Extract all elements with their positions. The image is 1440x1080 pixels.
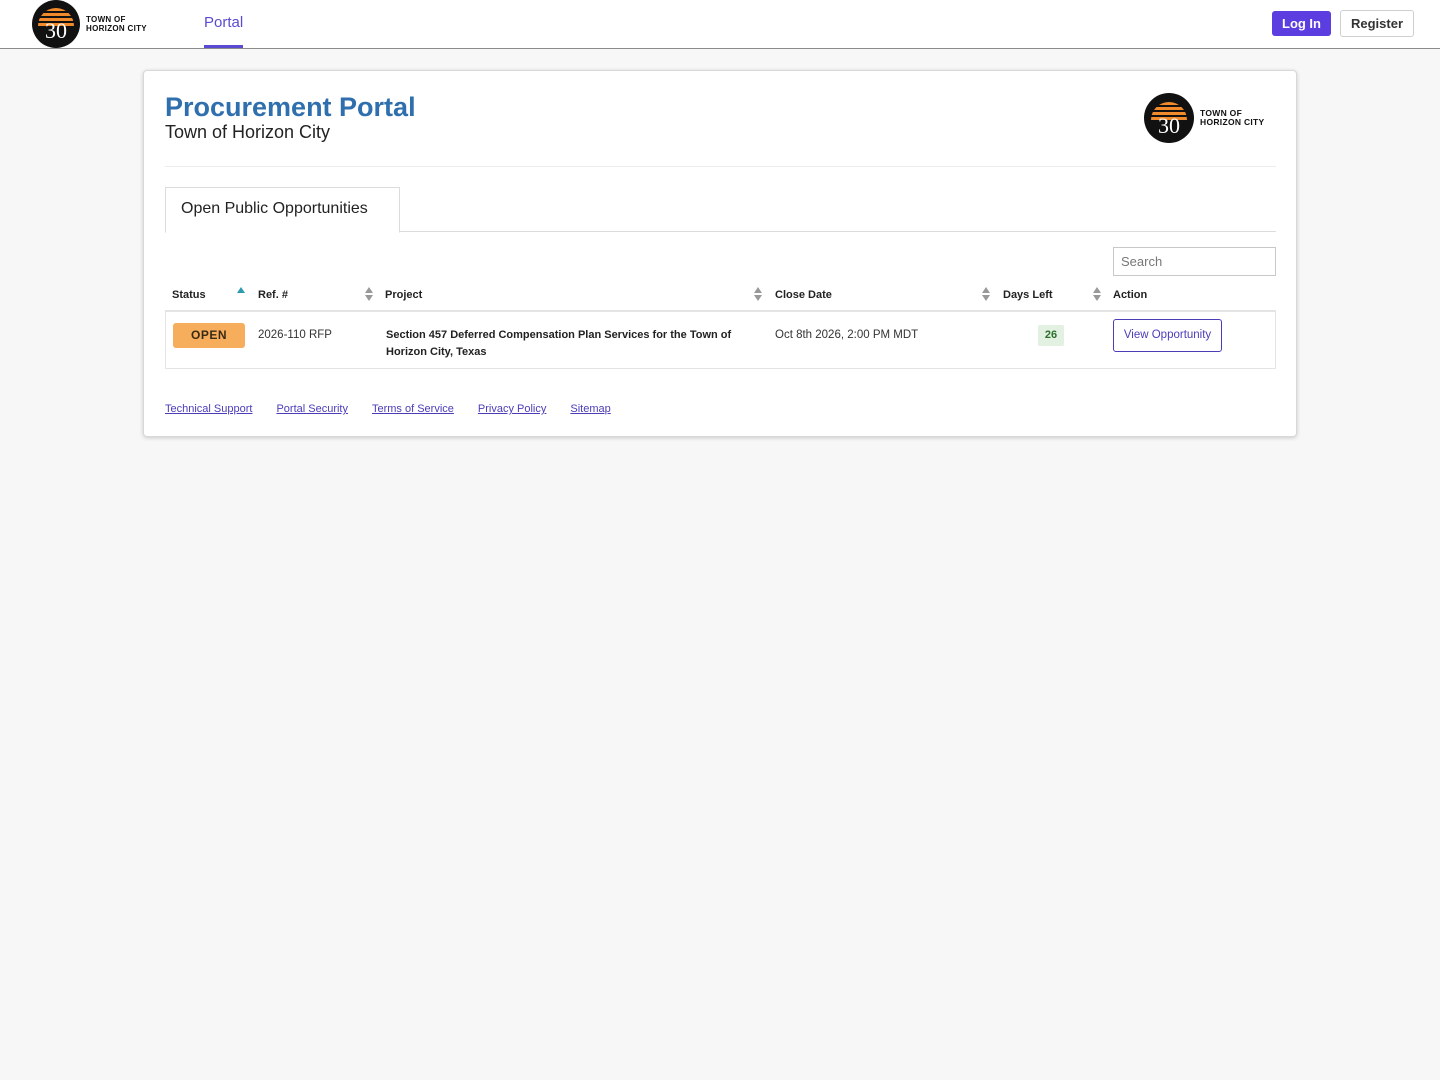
close-date: Oct 8th 2026, 2:00 PM MDT	[775, 329, 919, 341]
header-logo[interactable]: 30 TOWN OF HORIZON CITY	[32, 0, 147, 48]
column-header-days-left[interactable]: Days Left	[1003, 289, 1053, 301]
sort-asc-icon[interactable]	[237, 287, 245, 301]
sort-icon[interactable]	[754, 287, 762, 301]
column-header-close-date[interactable]: Close Date	[775, 289, 832, 301]
footer-link-sitemap[interactable]: Sitemap	[570, 403, 610, 415]
sort-icon[interactable]	[365, 287, 373, 301]
column-header-action: Action	[1113, 289, 1148, 301]
sort-icon[interactable]	[1093, 287, 1101, 301]
table-row: OPEN 2026-110 RFP Section 457 Deferred C…	[165, 312, 1276, 369]
tab-open-opportunities[interactable]: Open Public Opportunities	[165, 187, 400, 233]
header-divider	[165, 166, 1276, 167]
header-brand-text: TOWN OF HORIZON CITY	[86, 15, 147, 33]
days-left-badge: 26	[1038, 325, 1064, 346]
column-header-ref[interactable]: Ref. #	[258, 289, 288, 301]
ref-number: 2026-110 RFP	[258, 329, 332, 341]
top-nav: 30 TOWN OF HORIZON CITY Portal Log In Re…	[0, 0, 1440, 49]
card-brand-text: TOWN OF HORIZON CITY	[1200, 107, 1265, 127]
sort-icon[interactable]	[982, 287, 990, 301]
login-button[interactable]: Log In	[1272, 11, 1331, 36]
footer-link-terms-of-service[interactable]: Terms of Service	[372, 403, 454, 415]
project-title: Section 457 Deferred Compensation Plan S…	[386, 329, 732, 358]
card-logo: 30 TOWN OF HORIZON CITY	[1144, 93, 1265, 143]
nav-tab-portal[interactable]: Portal	[204, 0, 244, 48]
town-seal-icon: 30	[32, 0, 80, 48]
footer-links: Technical Support Portal Security Terms …	[165, 403, 635, 415]
footer-link-technical-support[interactable]: Technical Support	[165, 403, 252, 415]
town-seal-icon: 30	[1144, 93, 1194, 143]
status-badge: OPEN	[173, 323, 245, 348]
page-subtitle: Town of Horizon City	[165, 122, 331, 142]
search-input[interactable]	[1113, 247, 1276, 276]
view-opportunity-button[interactable]: View Opportunity	[1113, 319, 1222, 352]
footer-link-privacy-policy[interactable]: Privacy Policy	[478, 403, 546, 415]
register-button[interactable]: Register	[1340, 10, 1414, 37]
footer-link-portal-security[interactable]: Portal Security	[276, 403, 348, 415]
portal-card: Procurement Portal Town of Horizon City …	[143, 70, 1297, 437]
column-header-project[interactable]: Project	[385, 289, 422, 301]
column-header-status[interactable]: Status	[172, 289, 206, 301]
page-title: Procurement Portal	[165, 92, 416, 122]
